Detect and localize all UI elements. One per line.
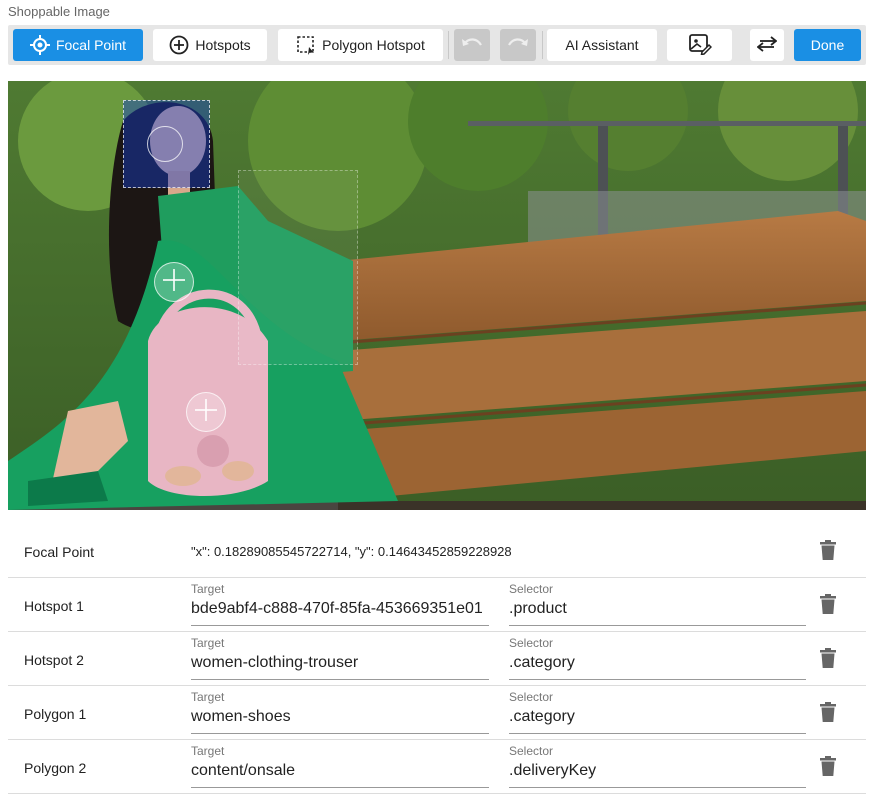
hotspot-marker[interactable] <box>186 392 226 432</box>
row-label: Polygon 2 <box>24 760 87 776</box>
selector-field[interactable]: Selector .category <box>509 636 806 680</box>
selector-label: Selector <box>509 744 554 758</box>
selector-value[interactable]: .category <box>509 654 806 672</box>
annotations-list: Focal Point "x": 0.18289085545722714, "y… <box>8 524 866 794</box>
target-field[interactable]: Target content/onsale <box>191 744 489 788</box>
target-label: Target <box>191 582 225 596</box>
list-item: Hotspot 1 Target bde9abf4-c888-470f-85fa… <box>8 578 866 632</box>
swap-button[interactable] <box>750 29 784 61</box>
selector-label: Selector <box>509 690 554 704</box>
undo-icon <box>461 37 483 54</box>
target-label: Target <box>191 690 225 704</box>
polygon-hotspot-button[interactable]: Polygon Hotspot <box>278 29 443 61</box>
target-value[interactable]: content/onsale <box>191 762 489 780</box>
toolbar: Focal Point Hotspots Polygon Hotspot AI … <box>8 25 866 65</box>
target-label: Target <box>191 636 225 650</box>
redo-icon <box>507 37 529 54</box>
crosshair-icon <box>29 35 50 55</box>
selector-field[interactable]: Selector .product <box>509 582 806 626</box>
selector-field[interactable]: Selector .deliveryKey <box>509 744 806 788</box>
plus-circle-icon <box>169 35 189 55</box>
target-label: Target <box>191 744 225 758</box>
trash-icon[interactable] <box>820 756 836 776</box>
dashed-square-icon <box>296 35 316 55</box>
polygon-hotspot-label: Polygon Hotspot <box>322 37 425 53</box>
row-label: Hotspot 1 <box>24 598 84 614</box>
target-field[interactable]: Target bde9abf4-c888-470f-85fa-453669351… <box>191 582 489 626</box>
focal-point-row: Focal Point "x": 0.18289085545722714, "y… <box>8 524 866 578</box>
focal-point-marker[interactable] <box>147 126 183 162</box>
row-label: Focal Point <box>24 544 95 560</box>
edit-image-button[interactable] <box>667 29 732 61</box>
selector-label: Selector <box>509 582 554 596</box>
ai-assistant-label: AI Assistant <box>565 37 639 53</box>
row-label: Hotspot 2 <box>24 652 84 668</box>
plus-icon <box>192 396 220 429</box>
toolbar-divider <box>542 31 543 59</box>
trash-icon[interactable] <box>820 702 836 722</box>
image-canvas[interactable] <box>8 81 866 510</box>
focal-point-label: Focal Point <box>55 37 127 53</box>
focal-point-value: "x": 0.18289085545722714, "y": 0.1464345… <box>191 544 512 559</box>
ai-assistant-button[interactable]: AI Assistant <box>547 29 657 61</box>
selector-value[interactable]: .category <box>509 708 806 726</box>
target-value[interactable]: women-shoes <box>191 708 489 726</box>
plus-icon <box>160 266 188 299</box>
image-edit-icon <box>688 33 712 58</box>
selector-label: Selector <box>509 636 554 650</box>
selector-field[interactable]: Selector .category <box>509 690 806 734</box>
selector-value[interactable]: .deliveryKey <box>509 762 806 780</box>
focal-point-button[interactable]: Focal Point <box>13 29 143 61</box>
polygon-overlay[interactable] <box>238 170 358 365</box>
done-button[interactable]: Done <box>794 29 861 61</box>
target-field[interactable]: Target women-clothing-trouser <box>191 636 489 680</box>
done-label: Done <box>810 37 845 53</box>
trash-icon[interactable] <box>820 594 836 614</box>
toolbar-divider <box>448 31 449 59</box>
redo-button[interactable] <box>500 29 536 61</box>
target-field[interactable]: Target women-shoes <box>191 690 489 734</box>
trash-icon[interactable] <box>820 648 836 668</box>
selector-value[interactable]: .product <box>509 600 806 618</box>
hotspot-marker[interactable] <box>154 262 194 302</box>
list-item: Polygon 1 Target women-shoes Selector .c… <box>8 686 866 740</box>
list-item: Polygon 2 Target content/onsale Selector… <box>8 740 866 794</box>
hotspots-button[interactable]: Hotspots <box>153 29 267 61</box>
target-value[interactable]: women-clothing-trouser <box>191 654 489 672</box>
swap-arrows-icon <box>756 35 778 55</box>
row-label: Polygon 1 <box>24 706 87 722</box>
trash-icon[interactable] <box>820 540 836 560</box>
app-title: Shoppable Image <box>8 4 110 19</box>
target-value[interactable]: bde9abf4-c888-470f-85fa-453669351e01 <box>191 600 489 618</box>
hotspots-label: Hotspots <box>195 37 251 53</box>
list-item: Hotspot 2 Target women-clothing-trouser … <box>8 632 866 686</box>
undo-button[interactable] <box>454 29 490 61</box>
